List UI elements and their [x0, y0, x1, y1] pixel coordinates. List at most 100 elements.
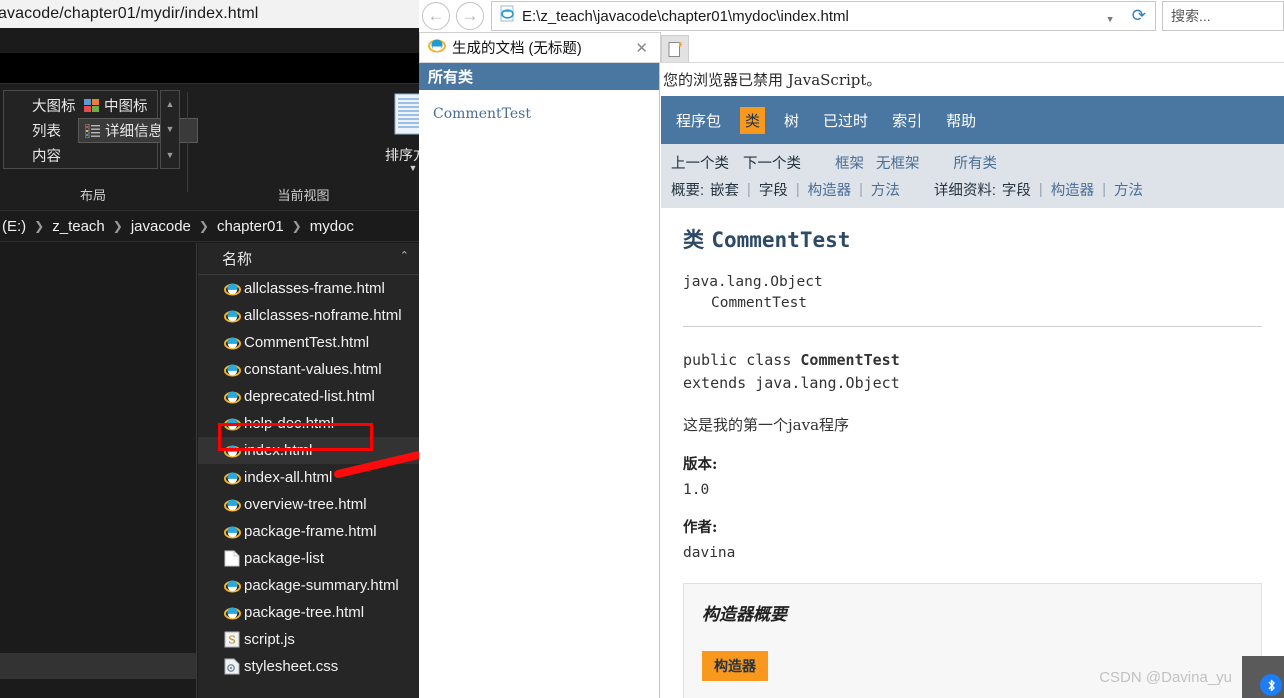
layout-item-details[interactable]: 详细信息: [78, 118, 198, 143]
layout-gallery[interactable]: 大图标 列表 内容 中图标 详细信息: [3, 90, 198, 169]
summary-constructor-link[interactable]: 构造器: [808, 179, 852, 200]
detail-method-link[interactable]: 方法: [1114, 179, 1143, 200]
explorer-navigation-pane[interactable]: [0, 243, 197, 698]
detail-constructor-link[interactable]: 构造器: [1051, 179, 1095, 200]
css-file-icon: [220, 658, 244, 675]
javadoc-class-frame: 您的浏览器已禁用 JavaScript。 程序包 类 树 已过时 索引 帮助 上…: [661, 63, 1284, 698]
layout-item-content[interactable]: 内容: [6, 143, 78, 168]
breadcrumb[interactable]: (E:) ❯ z_teach ❯ javacode ❯ chapter01 ❯ …: [0, 210, 419, 242]
file-list-item[interactable]: overview-tree.html: [198, 491, 419, 518]
breadcrumb-item-mydoc[interactable]: mydoc: [308, 218, 356, 235]
breadcrumb-item-drive[interactable]: (E:): [0, 218, 28, 235]
chevron-right-icon: ❯: [34, 219, 45, 233]
allclasses-header: 所有类: [419, 63, 659, 90]
expand-gallery-icon[interactable]: ▼: [166, 150, 175, 160]
explorer-tab-band: [0, 53, 419, 83]
class-signature: public class CommentTest extends java.la…: [683, 349, 1262, 396]
subnav-allclasses-link[interactable]: 所有类: [954, 152, 998, 173]
file-list-item[interactable]: package-tree.html: [198, 599, 419, 626]
class-name: CommentTest: [711, 228, 851, 252]
file-list-item[interactable]: constant-values.html: [198, 356, 419, 383]
file-list-item[interactable]: help-doc.html: [198, 410, 419, 437]
file-name: script.js: [244, 631, 295, 648]
ie-html-icon: [220, 469, 244, 486]
background-url-text: avacode/chapter01/mydir/index.html: [0, 5, 259, 22]
file-name: CommentTest.html: [244, 334, 370, 351]
allclasses-item-commenttest[interactable]: CommentTest: [433, 104, 659, 124]
file-name: package-tree.html: [244, 604, 365, 621]
file-list-item[interactable]: stylesheet.css: [198, 653, 419, 680]
detail-label: 详细资料:: [933, 183, 996, 199]
nav-link-tree[interactable]: 树: [779, 107, 804, 134]
file-list-item[interactable]: deprecated-list.html: [198, 383, 419, 410]
chevron-down-icon[interactable]: ▼: [384, 164, 419, 173]
back-arrow-icon: ←: [422, 2, 450, 30]
subnav-frames-link[interactable]: 框架: [835, 152, 864, 173]
ie-html-icon: [220, 442, 244, 459]
csdn-watermark: CSDN @Davina_yu: [1099, 669, 1232, 686]
scroll-down-icon[interactable]: ▼: [166, 124, 175, 134]
search-input[interactable]: 搜索...: [1163, 6, 1211, 26]
constructor-tab[interactable]: 构造器: [702, 650, 768, 681]
chevron-down-icon[interactable]: ▼: [1097, 15, 1122, 25]
signature-line-1: public class CommentTest: [683, 349, 1262, 372]
breadcrumb-item-z_teach[interactable]: z_teach: [50, 218, 107, 235]
file-list-item[interactable]: allclasses-frame.html: [198, 275, 419, 302]
sort-by-icon: [384, 92, 419, 143]
nav-link-help[interactable]: 帮助: [941, 107, 981, 134]
file-name: index.html: [244, 442, 313, 459]
file-list-item[interactable]: package-list: [198, 545, 419, 572]
forward-button[interactable]: →: [453, 1, 487, 31]
chevron-right-icon: ❯: [112, 219, 123, 233]
breadcrumb-item-javacode[interactable]: javacode: [129, 218, 193, 235]
new-tab-button[interactable]: [661, 35, 689, 62]
sort-by-button[interactable]: 排序方式 ▼: [384, 90, 419, 186]
divider: [683, 326, 1262, 328]
refresh-icon[interactable]: ⟳: [1123, 6, 1155, 26]
column-header-name[interactable]: 名称: [222, 248, 252, 269]
hierarchy-root: java.lang.Object: [683, 274, 823, 290]
browser-tab[interactable]: 生成的文档 (无标题) ✕: [419, 32, 661, 62]
javadoc-allclasses-frame: 所有类 CommentTest: [419, 63, 660, 698]
layout-item-large-icons[interactable]: 大图标: [6, 93, 78, 118]
divider: |: [859, 181, 863, 198]
scroll-up-icon[interactable]: ▲: [166, 99, 175, 109]
medium-icons-icon: [78, 98, 104, 113]
version-label: 版本:: [683, 455, 718, 473]
divider: |: [1102, 181, 1106, 198]
divider: |: [795, 181, 800, 198]
blank-file-icon: [220, 550, 244, 567]
file-list-header[interactable]: 名称 ⌃: [198, 243, 419, 275]
bluetooth-icon[interactable]: [1260, 674, 1282, 696]
search-box[interactable]: 搜索...: [1162, 1, 1284, 31]
close-icon[interactable]: ✕: [629, 39, 654, 57]
nav-link-package[interactable]: 程序包: [671, 107, 726, 134]
file-list-item[interactable]: package-summary.html: [198, 572, 419, 599]
summary-nested: 嵌套: [710, 183, 740, 199]
ribbon-group-caption-layout: 布局: [79, 188, 106, 203]
back-button[interactable]: ←: [419, 1, 453, 31]
nav-selected-row[interactable]: [0, 653, 196, 679]
address-text[interactable]: E:\z_teach\javacode\chapter01\mydoc\inde…: [522, 8, 1097, 25]
layout-item-list[interactable]: 列表: [6, 118, 78, 143]
breadcrumb-item-chapter01[interactable]: chapter01: [215, 218, 286, 235]
hierarchy-child: CommentTest: [711, 295, 808, 312]
nav-link-deprecated[interactable]: 已过时: [818, 107, 873, 134]
layout-item-medium-icons[interactable]: 中图标: [78, 93, 198, 118]
file-list-item[interactable]: S script.js: [198, 626, 419, 653]
sort-by-label: 排序方式: [385, 147, 419, 163]
file-list-item[interactable]: allclasses-noframe.html: [198, 302, 419, 329]
file-list-item[interactable]: CommentTest.html: [198, 329, 419, 356]
file-name: index-all.html: [244, 469, 333, 486]
file-list-item[interactable]: package-frame.html: [198, 518, 419, 545]
file-name: package-frame.html: [244, 523, 377, 540]
subnav-noframes-link[interactable]: 无框架: [876, 152, 920, 173]
nav-link-index[interactable]: 索引: [887, 107, 927, 134]
allclasses-list: CommentTest: [419, 90, 659, 124]
nav-link-class[interactable]: 类: [740, 106, 766, 134]
summary-method-link[interactable]: 方法: [871, 179, 900, 200]
ie-html-icon: [220, 604, 244, 621]
background-url-strip: avacode/chapter01/mydir/index.html: [0, 0, 419, 28]
address-bar[interactable]: E:\z_teach\javacode\chapter01\mydoc\inde…: [491, 1, 1156, 31]
layout-gallery-scroll[interactable]: ▲ ▼ ▼: [160, 90, 180, 169]
